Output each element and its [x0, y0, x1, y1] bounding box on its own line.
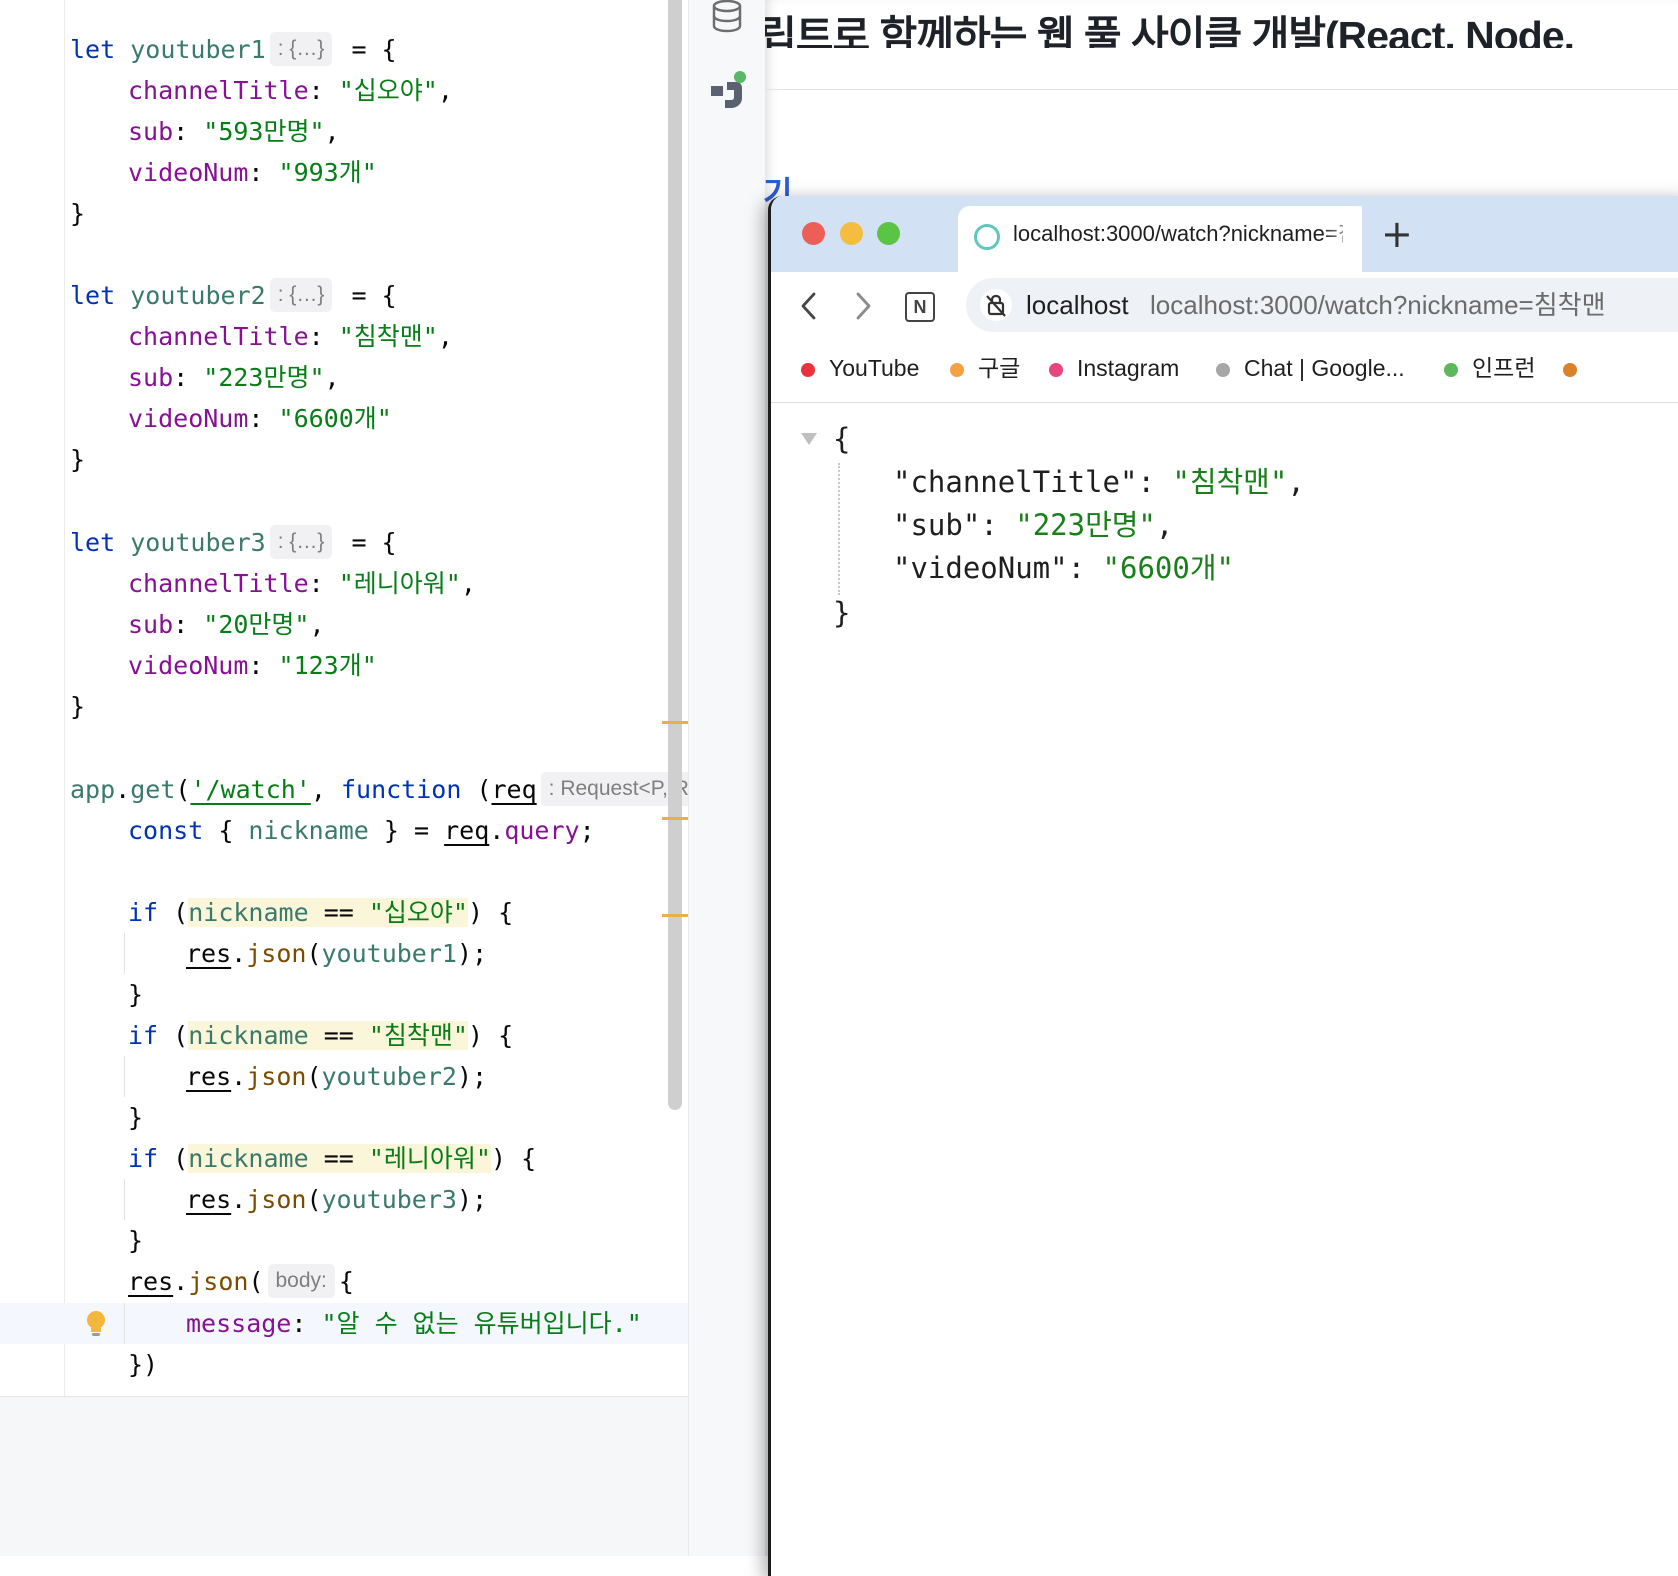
code-line[interactable]: res.json(youtuber1);	[186, 933, 487, 974]
bookmark-favicon-icon	[1216, 363, 1230, 377]
code-line[interactable]: }	[128, 1097, 143, 1138]
bookmark-youtube[interactable]: YouTube	[801, 344, 919, 402]
bookmark-chat-google[interactable]: Chat | Google...	[1216, 344, 1405, 402]
code-line[interactable]: videoNum: "123개"	[128, 645, 377, 686]
code-line[interactable]: const { nickname } = req.query;	[128, 810, 595, 851]
json-entry: "sub": "223만명",	[893, 508, 1174, 542]
maximize-window-button[interactable]	[877, 222, 900, 245]
editor-footer	[0, 1396, 688, 1556]
page-title: 립트로 함께하는 웹 풀 사이클 개발(React, Node.	[765, 13, 1575, 48]
notion-extension-icon[interactable]: N	[905, 292, 935, 322]
param-inlay-hint: body:	[267, 1264, 335, 1298]
json-close-brace: }	[833, 596, 851, 630]
code-editor[interactable]: let youtuber1: {…} = { channelTitle: "십오…	[0, 0, 688, 1556]
code-line[interactable]: }	[128, 974, 143, 1015]
tab-localhost[interactable]: localhost:3000/watch?nickname=침착맨	[958, 206, 1362, 272]
database-icon[interactable]	[709, 0, 745, 34]
code-line[interactable]: }	[70, 686, 85, 727]
bookmark-more[interactable]	[1563, 344, 1591, 402]
code-line[interactable]: channelTitle: "십오야",	[128, 70, 453, 111]
code-line[interactable]: if (nickname == "침착맨") {	[128, 1015, 513, 1056]
json-viewer: { "channelTitle": "침착맨", "sub": "223만명",…	[771, 403, 1678, 1576]
browser-window: localhost:3000/watch?nickname=침착맨 + N lo…	[768, 196, 1678, 1576]
warning-marker[interactable]	[662, 817, 688, 820]
json-entry: "channelTitle": "침착맨",	[893, 465, 1305, 499]
code-line[interactable]: res.json(youtuber2);	[186, 1056, 487, 1097]
type-inlay-hint: : {…}	[269, 32, 333, 66]
param-inlay-hint: : Request<P, R	[540, 772, 688, 806]
type-inlay-hint: : {…}	[269, 525, 333, 559]
code-line[interactable]: sub: "223만명",	[128, 357, 340, 398]
editor-scrollbar[interactable]	[668, 0, 682, 1110]
bookmark-favicon-icon	[1444, 363, 1458, 377]
loading-icon	[974, 224, 1000, 250]
code-line[interactable]: }	[70, 439, 85, 480]
json-open-brace: {	[833, 422, 851, 456]
warning-marker[interactable]	[662, 721, 688, 724]
json-entry: "videoNum": "6600개"	[893, 551, 1234, 585]
type-inlay-hint: : {…}	[269, 278, 333, 312]
indent-guide	[124, 1179, 125, 1220]
code-line[interactable]: if (nickname == "십오야") {	[128, 892, 513, 933]
ide-tool-strip	[688, 0, 766, 1556]
back-arrow-icon[interactable]	[799, 291, 819, 321]
code-line[interactable]: }	[128, 1220, 143, 1261]
bookmark-google[interactable]: 구글	[950, 344, 1020, 402]
code-line[interactable]: channelTitle: "침착맨",	[128, 316, 453, 357]
bookmarks-bar: YouTube 구글 Instagram Chat | Google... 인프…	[771, 344, 1678, 403]
lightbulb-icon[interactable]	[84, 1309, 108, 1339]
divider	[765, 89, 1678, 90]
bookmark-favicon-icon	[950, 363, 964, 377]
code-line[interactable]: if (nickname == "레니아워") {	[128, 1138, 536, 1179]
code-line[interactable]: sub: "20만명",	[128, 604, 325, 645]
code-line[interactable]: let youtuber2: {…} = {	[70, 275, 397, 316]
code-line[interactable]: message: "알 수 없는 유튜버입니다."	[186, 1303, 642, 1344]
bookmark-favicon-icon	[1049, 363, 1063, 377]
indent-guide	[124, 1056, 125, 1097]
collapse-toggle-icon[interactable]	[801, 433, 817, 445]
bookmark-inflearn[interactable]: 인프런	[1444, 344, 1535, 402]
site-info-button[interactable]	[980, 289, 1012, 321]
new-tab-button[interactable]: +	[1381, 208, 1413, 260]
bookmark-favicon-icon	[1563, 363, 1577, 377]
code-line[interactable]: })	[128, 1344, 158, 1385]
code-line[interactable]: channelTitle: "레니아워",	[128, 563, 476, 604]
close-window-button[interactable]	[802, 222, 825, 245]
code-line[interactable]: app.get('/watch', function (req: Request…	[70, 769, 688, 810]
url-host: localhost	[1026, 290, 1129, 320]
indent-guide	[124, 1303, 125, 1344]
code-line[interactable]: videoNum: "993개"	[128, 152, 377, 193]
code-line[interactable]: let youtuber3: {…} = {	[70, 522, 397, 563]
url-text: localhost:3000/watch?nickname=침착맨	[1150, 290, 1606, 320]
warning-marker[interactable]	[662, 914, 688, 917]
code-line[interactable]: res.json(body:{	[128, 1261, 354, 1302]
minimize-window-button[interactable]	[840, 222, 863, 245]
code-line[interactable]: res.json(youtuber3);	[186, 1179, 487, 1220]
json-indent-guide	[838, 463, 840, 595]
tab-bar: localhost:3000/watch?nickname=침착맨 +	[771, 196, 1678, 272]
plugin-icon[interactable]	[709, 68, 749, 110]
address-bar[interactable]: localhost localhost:3000/watch?nickname=…	[966, 278, 1678, 332]
code-line[interactable]: }	[70, 193, 85, 234]
code-line[interactable]: sub: "593만명",	[128, 111, 340, 152]
gutter-divider	[64, 0, 65, 1396]
forward-arrow-icon[interactable]	[853, 291, 873, 321]
bookmark-favicon-icon	[801, 363, 815, 377]
indent-guide	[124, 933, 125, 974]
not-secure-icon	[986, 294, 1006, 317]
code-line[interactable]: let youtuber1: {…} = {	[70, 29, 397, 70]
tab-title: localhost:3000/watch?nickname=침착맨	[1013, 221, 1343, 246]
bookmark-instagram[interactable]: Instagram	[1049, 344, 1179, 402]
code-line[interactable]: videoNum: "6600개"	[128, 398, 392, 439]
